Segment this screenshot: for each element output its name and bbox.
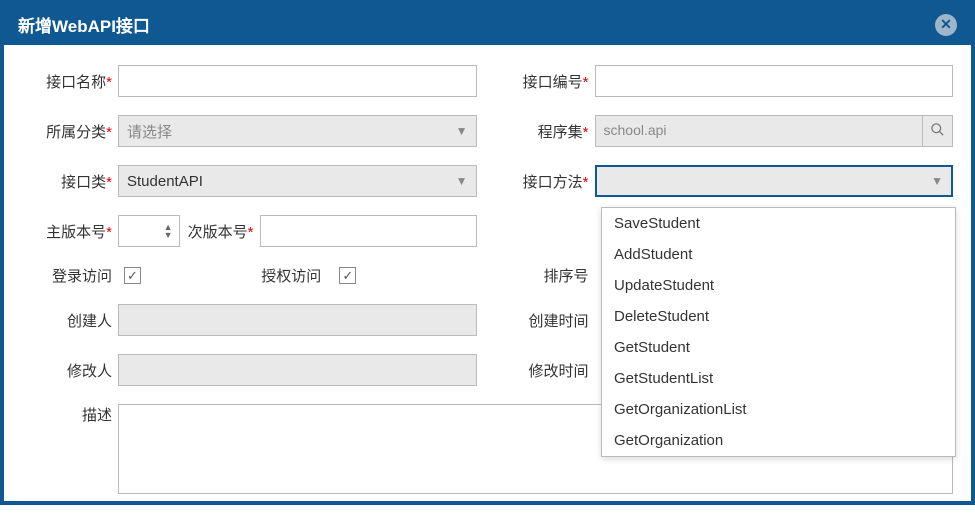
dropdown-item[interactable]: SaveStudent bbox=[602, 208, 955, 239]
label-assembly: 程序集* bbox=[499, 121, 595, 142]
api-code-input[interactable] bbox=[595, 65, 954, 97]
dropdown-item[interactable]: GetStudentList bbox=[602, 363, 955, 394]
api-name-input[interactable] bbox=[118, 65, 477, 97]
label-category: 所属分类* bbox=[22, 121, 118, 142]
creator-field bbox=[118, 304, 477, 336]
label-sort-no: 排序号 bbox=[499, 265, 595, 286]
label-minor-ver: 次版本号* bbox=[180, 221, 260, 242]
dropdown-item[interactable]: DeleteStudent bbox=[602, 301, 955, 332]
dropdown-item[interactable]: GetOrganizationList bbox=[602, 394, 955, 425]
assembly-input[interactable]: school.api bbox=[595, 115, 954, 147]
category-select[interactable]: 请选择 ▼ bbox=[118, 115, 477, 147]
label-api-code: 接口编号* bbox=[499, 71, 595, 92]
assembly-value: school.api bbox=[596, 116, 923, 146]
label-api-method: 接口方法* bbox=[499, 171, 595, 192]
close-icon: ✕ bbox=[940, 16, 952, 33]
search-icon bbox=[930, 122, 945, 140]
label-api-class: 接口类* bbox=[22, 171, 118, 192]
label-creator: 创建人 bbox=[22, 310, 118, 331]
api-method-dropdown: SaveStudent AddStudent UpdateStudent Del… bbox=[601, 207, 956, 457]
row-name-code: 接口名称* 接口编号* bbox=[22, 65, 953, 97]
category-placeholder: 请选择 bbox=[127, 121, 172, 142]
label-modify-time: 修改时间 bbox=[499, 360, 595, 381]
dropdown-item[interactable]: GetOrganization bbox=[602, 425, 955, 456]
check-icon: ✓ bbox=[127, 268, 138, 284]
label-auth-access: 授权访问 bbox=[261, 265, 327, 286]
dialog-window: 新增WebAPI接口 ✕ 接口名称* 接口编号* 所属分类* 请选择 ▼ bbox=[0, 0, 975, 505]
spinner-arrows[interactable]: ▲ ▼ bbox=[164, 223, 173, 239]
label-desc: 描述 bbox=[22, 404, 118, 425]
label-modifier: 修改人 bbox=[22, 360, 118, 381]
row-class-method: 接口类* StudentAPI ▼ 接口方法* ▼ bbox=[22, 165, 953, 197]
dropdown-item[interactable]: AddStudent bbox=[602, 239, 955, 270]
api-class-value: StudentAPI bbox=[127, 173, 203, 190]
label-login-access: 登录访问 bbox=[22, 265, 118, 286]
chevron-down-icon: ▼ bbox=[931, 174, 943, 188]
label-major-ver: 主版本号* bbox=[22, 221, 118, 242]
assembly-search-button[interactable] bbox=[922, 116, 952, 146]
major-version-spinner[interactable]: ▲ ▼ bbox=[118, 215, 180, 247]
dropdown-item[interactable]: UpdateStudent bbox=[602, 270, 955, 301]
row-category-assembly: 所属分类* 请选择 ▼ 程序集* school.api bbox=[22, 115, 953, 147]
minor-version-input[interactable] bbox=[260, 215, 477, 247]
label-create-time: 创建时间 bbox=[499, 310, 595, 331]
label-api-name: 接口名称* bbox=[22, 71, 118, 92]
api-method-select[interactable]: ▼ bbox=[595, 165, 954, 197]
dropdown-item[interactable]: GetStudent bbox=[602, 332, 955, 363]
check-icon: ✓ bbox=[342, 268, 353, 284]
login-access-checkbox[interactable]: ✓ bbox=[124, 267, 141, 284]
dialog-titlebar: 新增WebAPI接口 ✕ bbox=[4, 4, 971, 45]
api-class-select[interactable]: StudentAPI ▼ bbox=[118, 165, 477, 197]
dialog-title: 新增WebAPI接口 bbox=[18, 12, 150, 37]
chevron-down-icon: ▼ bbox=[456, 124, 468, 138]
modifier-field bbox=[118, 354, 477, 386]
chevron-down-icon: ▼ bbox=[456, 174, 468, 188]
close-button[interactable]: ✕ bbox=[935, 14, 957, 36]
auth-access-checkbox[interactable]: ✓ bbox=[339, 267, 356, 284]
caret-down-icon: ▼ bbox=[164, 231, 173, 239]
